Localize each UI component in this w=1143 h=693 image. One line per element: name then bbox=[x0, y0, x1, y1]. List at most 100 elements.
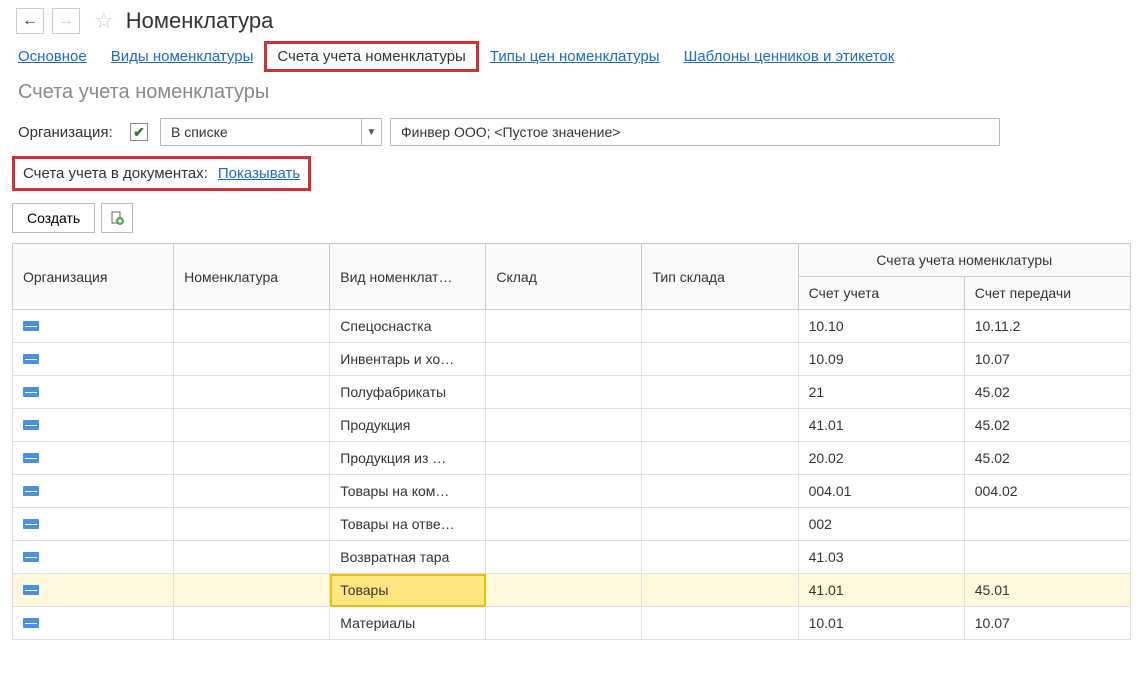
nav-link-main[interactable]: Основное bbox=[18, 48, 87, 65]
nav-link-accounts[interactable]: Счета учета номенклатуры bbox=[264, 41, 478, 72]
table-cell: 004.02 bbox=[964, 475, 1130, 508]
table-cell: 10.11.2 bbox=[964, 310, 1130, 343]
table-cell bbox=[13, 541, 174, 574]
table-cell bbox=[13, 475, 174, 508]
table-cell bbox=[642, 508, 798, 541]
table-cell bbox=[642, 409, 798, 442]
table-cell bbox=[642, 376, 798, 409]
row-icon bbox=[23, 387, 39, 397]
th-tip[interactable]: Тип склада bbox=[642, 244, 798, 310]
row-icon bbox=[23, 486, 39, 496]
table-cell bbox=[13, 442, 174, 475]
create-button[interactable]: Создать bbox=[12, 203, 95, 233]
nav-link-price-types[interactable]: Типы цен номенклатуры bbox=[490, 48, 660, 65]
table-row[interactable]: Продукция из …20.0245.02 bbox=[13, 442, 1131, 475]
table-row[interactable]: Материалы10.0110.07 bbox=[13, 607, 1131, 640]
table-cell bbox=[642, 607, 798, 640]
nav-back-button[interactable]: ← bbox=[16, 8, 44, 34]
th-org[interactable]: Организация bbox=[13, 244, 174, 310]
table-cell: 10.07 bbox=[964, 343, 1130, 376]
table-cell: Товары bbox=[330, 574, 486, 607]
table-cell bbox=[13, 343, 174, 376]
table-cell bbox=[486, 310, 642, 343]
table-cell bbox=[486, 376, 642, 409]
table-cell bbox=[13, 310, 174, 343]
row-icon bbox=[23, 552, 39, 562]
table-cell bbox=[13, 574, 174, 607]
create-copy-button[interactable] bbox=[101, 203, 133, 233]
table-cell bbox=[964, 508, 1130, 541]
table-cell bbox=[174, 376, 330, 409]
row-icon bbox=[23, 354, 39, 364]
table-cell bbox=[486, 343, 642, 376]
table-cell: 10.01 bbox=[798, 607, 964, 640]
nav-forward-button[interactable]: → bbox=[52, 8, 80, 34]
row-icon bbox=[23, 618, 39, 628]
table-cell: 45.02 bbox=[964, 409, 1130, 442]
table-row[interactable]: Инвентарь и хо… 10.0910.07 bbox=[13, 343, 1131, 376]
th-per[interactable]: Счет передачи bbox=[964, 277, 1130, 310]
table-cell: Материалы bbox=[330, 607, 486, 640]
nav-link-templates[interactable]: Шаблоны ценников и этикеток bbox=[684, 48, 895, 65]
th-schet[interactable]: Счет учета bbox=[798, 277, 964, 310]
table-cell bbox=[642, 343, 798, 376]
table-row[interactable]: Спецоснастка10.1010.11.2 bbox=[13, 310, 1131, 343]
table-row[interactable]: Товары на отве… 002 bbox=[13, 508, 1131, 541]
table-cell: 10.10 bbox=[798, 310, 964, 343]
table-row[interactable]: Товары41.0145.01 bbox=[13, 574, 1131, 607]
table-cell bbox=[13, 508, 174, 541]
org-filter-checkbox[interactable] bbox=[130, 123, 148, 141]
document-plus-icon bbox=[109, 210, 125, 226]
th-vid[interactable]: Вид номенклат… bbox=[330, 244, 486, 310]
table-cell: 45.02 bbox=[964, 376, 1130, 409]
docs-accounts-label: Счета учета в документах: bbox=[23, 165, 208, 182]
table-cell bbox=[486, 541, 642, 574]
table-cell: Товары на отве… bbox=[330, 508, 486, 541]
table-cell: 002 bbox=[798, 508, 964, 541]
table-cell bbox=[174, 343, 330, 376]
table-cell bbox=[486, 475, 642, 508]
table-cell bbox=[486, 409, 642, 442]
table-cell bbox=[642, 475, 798, 508]
table-row[interactable]: Продукция41.0145.02 bbox=[13, 409, 1131, 442]
row-icon bbox=[23, 519, 39, 529]
accounts-table: Организация Номенклатура Вид номенклат… … bbox=[12, 243, 1131, 640]
table-cell bbox=[174, 607, 330, 640]
favorite-star-icon[interactable]: ☆ bbox=[94, 8, 114, 34]
table-cell: Возвратная тара bbox=[330, 541, 486, 574]
docs-accounts-row: Счета учета в документах: Показывать bbox=[12, 156, 311, 191]
row-icon bbox=[23, 585, 39, 595]
filter-mode-select[interactable]: В списке ▼ bbox=[160, 118, 382, 146]
table-cell bbox=[174, 475, 330, 508]
table-cell bbox=[642, 574, 798, 607]
table-cell bbox=[174, 508, 330, 541]
table-cell bbox=[486, 607, 642, 640]
table-cell bbox=[174, 574, 330, 607]
table-cell bbox=[13, 376, 174, 409]
th-nomen[interactable]: Номенклатура bbox=[174, 244, 330, 310]
table-cell bbox=[642, 442, 798, 475]
docs-accounts-link[interactable]: Показывать bbox=[218, 165, 300, 182]
chevron-down-icon: ▼ bbox=[361, 119, 381, 145]
table-cell: 004.01 bbox=[798, 475, 964, 508]
table-row[interactable]: Возвратная тара41.03 bbox=[13, 541, 1131, 574]
filter-value-input[interactable] bbox=[390, 118, 1000, 146]
th-group[interactable]: Счета учета номенклатуры bbox=[798, 244, 1130, 277]
table-row[interactable]: Товары на ком… 004.01004.02 bbox=[13, 475, 1131, 508]
table-cell bbox=[174, 409, 330, 442]
table-cell: Продукция из … bbox=[330, 442, 486, 475]
nav-links: Основное Виды номенклатуры Счета учета н… bbox=[0, 42, 1143, 79]
page-title: Номенклатура bbox=[126, 8, 274, 34]
nav-link-types[interactable]: Виды номенклатуры bbox=[111, 48, 254, 65]
table-cell: Товары на ком… bbox=[330, 475, 486, 508]
table-cell bbox=[964, 541, 1130, 574]
table-cell: Инвентарь и хо… bbox=[330, 343, 486, 376]
table-cell bbox=[13, 409, 174, 442]
th-sklad[interactable]: Склад bbox=[486, 244, 642, 310]
table-cell: 41.01 bbox=[798, 574, 964, 607]
table-cell: 10.09 bbox=[798, 343, 964, 376]
table-row[interactable]: Полуфабрикаты2145.02 bbox=[13, 376, 1131, 409]
table-cell: 20.02 bbox=[798, 442, 964, 475]
table-cell bbox=[486, 508, 642, 541]
table-cell bbox=[13, 607, 174, 640]
